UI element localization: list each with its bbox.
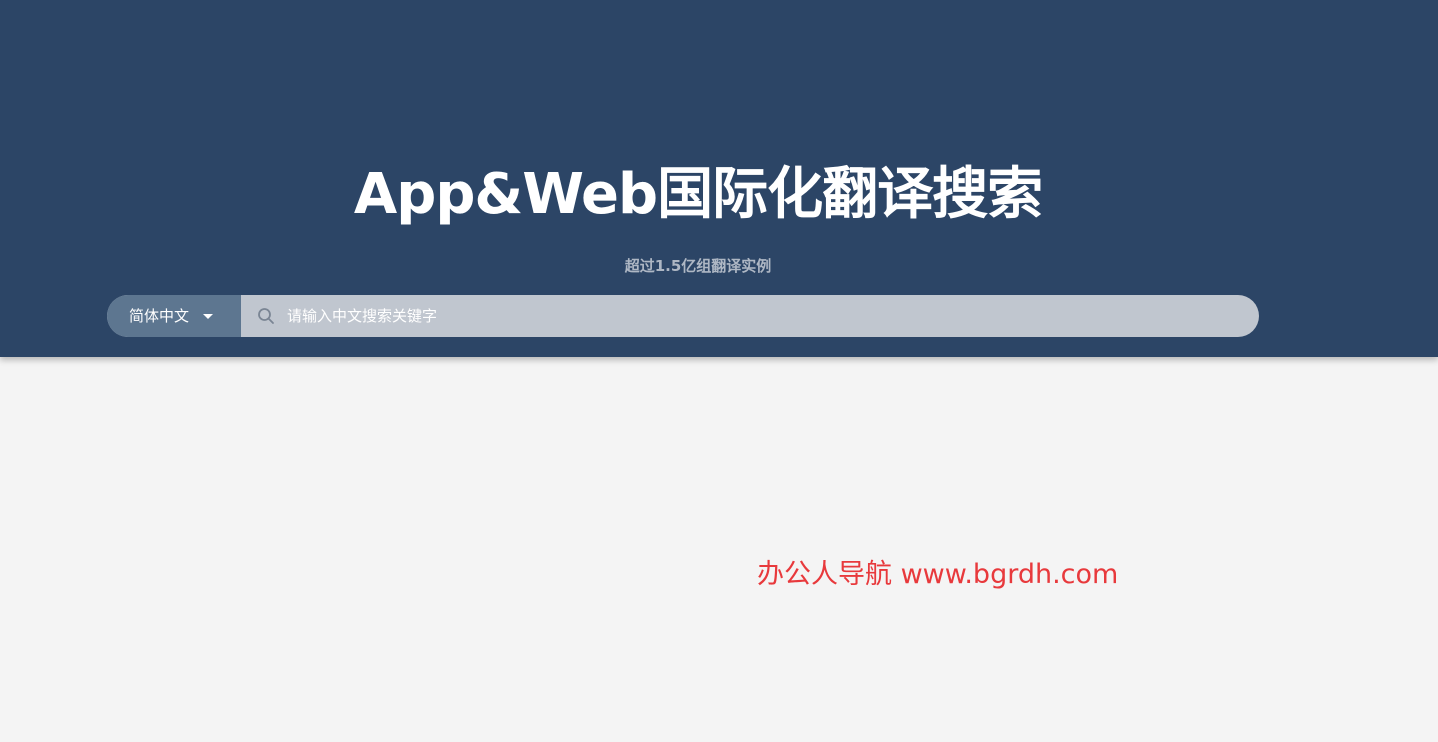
search-icon	[258, 308, 274, 324]
page-subtitle: 超过1.5亿组翻译实例	[624, 257, 772, 275]
search-bar: 简体中文	[107, 295, 1259, 337]
search-input-wrap	[241, 295, 1259, 337]
hero-header: App&Web国际化翻译搜索 超过1.5亿组翻译实例 简体中文	[0, 0, 1438, 357]
page-title: App&Web国际化翻译搜索	[353, 162, 1043, 227]
language-select[interactable]: 简体中文	[107, 295, 241, 337]
language-select-label: 简体中文	[129, 307, 190, 325]
chevron-down-icon	[203, 313, 214, 319]
watermark-text: 办公人导航 www.bgrdh.com	[757, 559, 1119, 590]
search-input[interactable]	[285, 295, 1259, 337]
